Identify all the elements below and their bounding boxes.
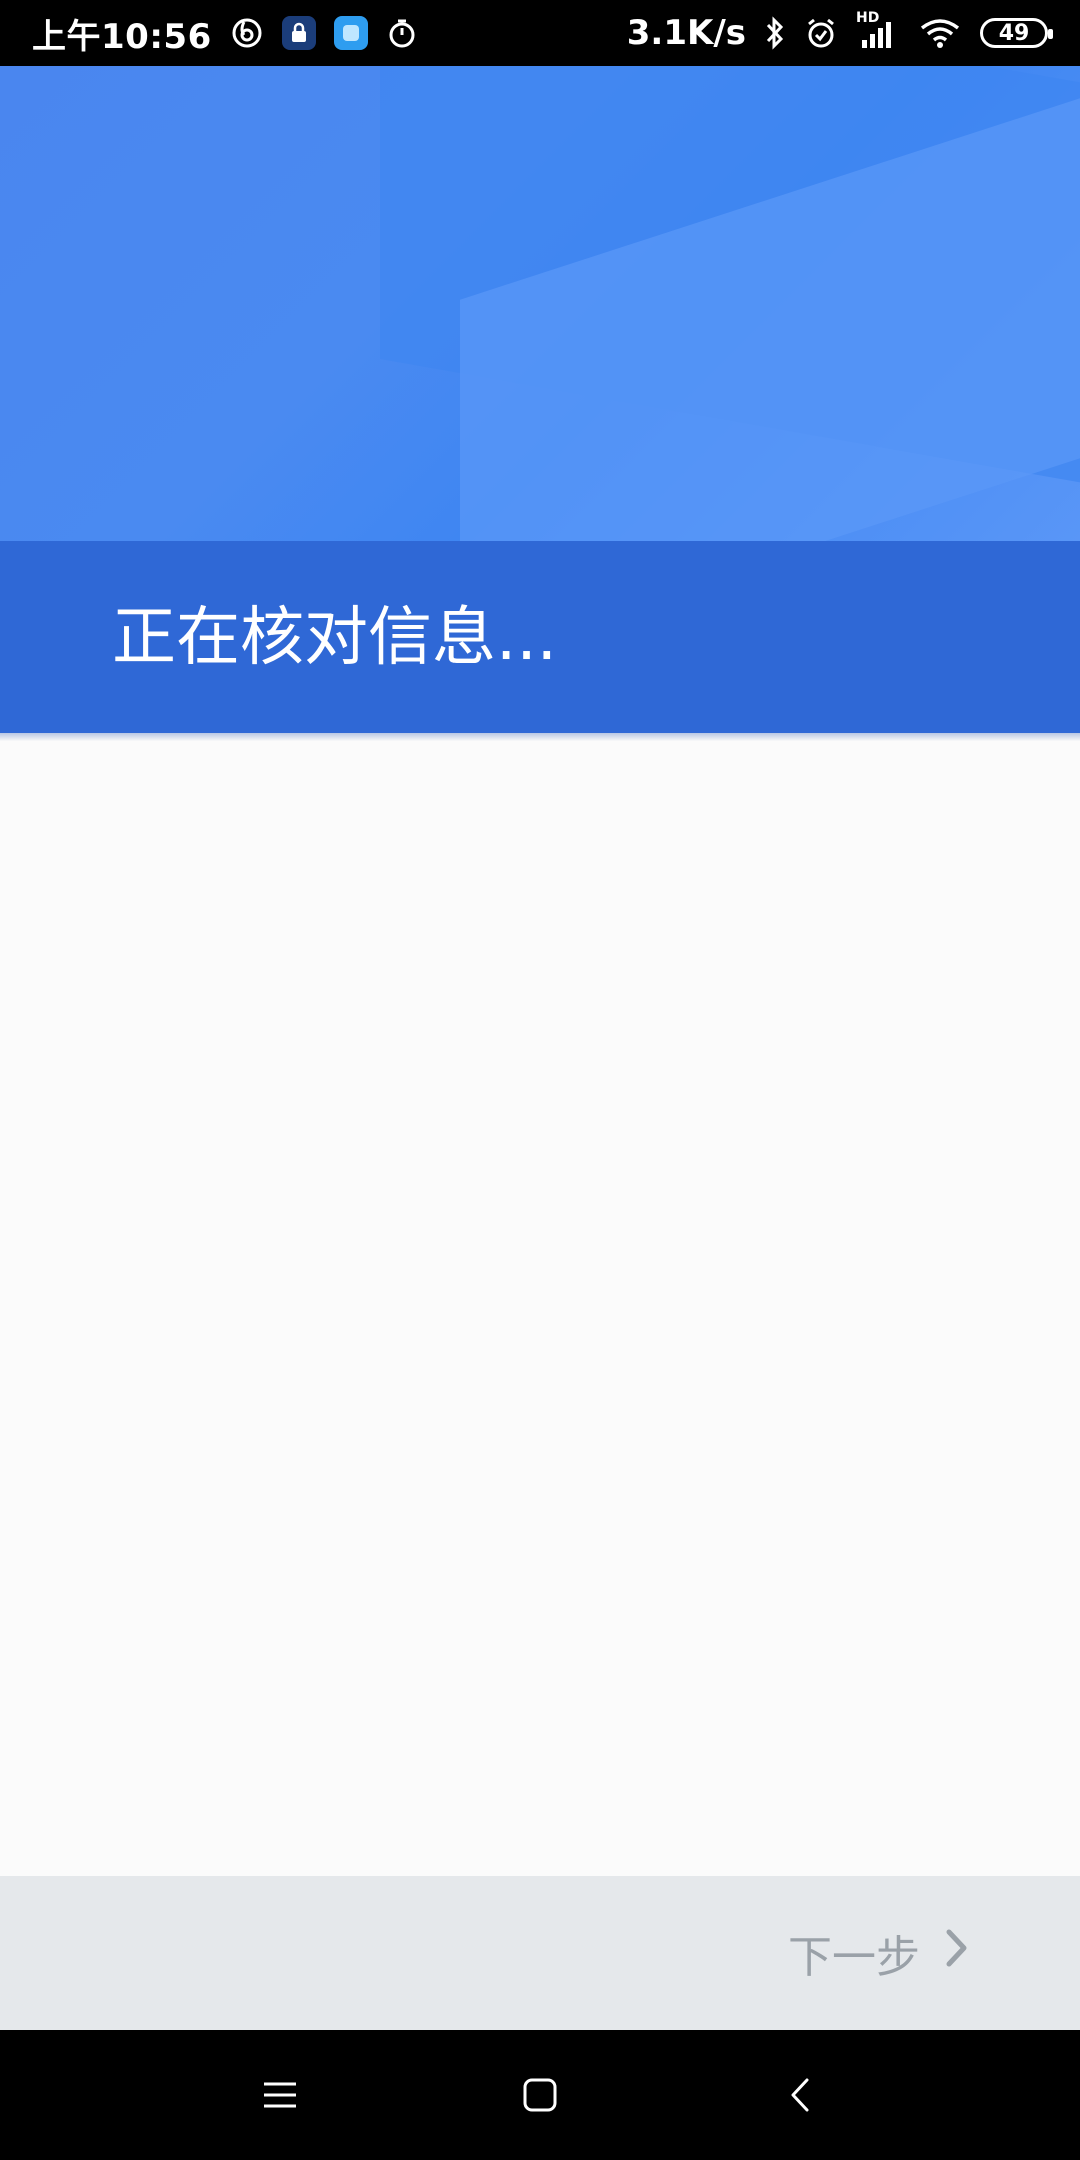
bluetooth-icon [764, 16, 786, 50]
next-button-label: 下一步 [788, 1932, 920, 1983]
chevron-right-icon [944, 1928, 970, 1979]
system-nav-bar [0, 2030, 1080, 2160]
page-title: 正在核对信息... [112, 601, 558, 675]
back-icon[interactable] [765, 2060, 835, 2130]
content-area [0, 741, 1080, 1876]
hd-label: HD [856, 10, 880, 26]
alarm-icon [804, 16, 838, 50]
header-banner [0, 66, 1080, 541]
battery-level: 49 [998, 20, 1030, 46]
status-right: 3.1K/s HD 49 [626, 10, 1053, 53]
next-button[interactable]: 下一步 [788, 1921, 970, 1985]
status-left: 上午10:56 [32, 9, 418, 58]
title-bar: 正在核对信息... [0, 541, 1080, 733]
menu-icon[interactable] [245, 2060, 315, 2130]
status-bar: 上午10:56 3.1K/s HD 49 [0, 0, 1080, 66]
wifi-icon [918, 16, 962, 50]
app-lock-icon [281, 16, 316, 50]
signal-icon: HD [856, 10, 900, 50]
home-icon[interactable] [505, 2060, 575, 2130]
timer-icon [386, 17, 418, 49]
bottom-action-bar: 下一步 [0, 1876, 1080, 2030]
header-shadow [0, 733, 1080, 741]
net-speed: 3.1K/s [626, 13, 746, 53]
app-blue-icon [333, 16, 368, 50]
status-time: 上午10:56 [32, 16, 212, 57]
netease-music-icon [230, 16, 264, 50]
battery-indicator: 49 [980, 18, 1053, 48]
